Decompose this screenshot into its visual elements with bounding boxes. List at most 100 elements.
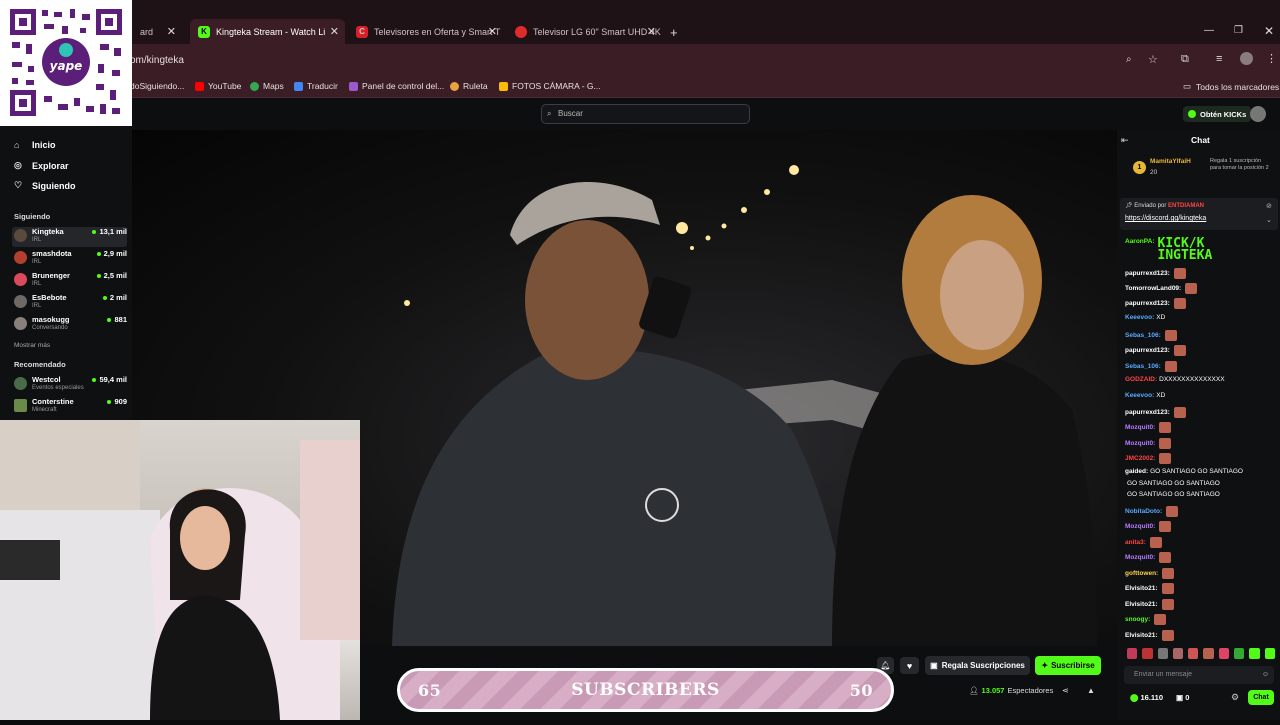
chat-username[interactable]: papurrexd123:	[1125, 300, 1170, 307]
user-avatar[interactable]	[1250, 106, 1266, 122]
chat-username[interactable]: Keeevoo:	[1125, 392, 1154, 399]
nav-inicio[interactable]: ⌂ Inicio	[14, 140, 56, 150]
chat-username[interactable]: Elvisito21:	[1125, 632, 1158, 639]
chat-username[interactable]: snoogy:	[1125, 616, 1150, 623]
close-icon[interactable]: ✕	[167, 25, 176, 38]
chat-username[interactable]: papurrexd123:	[1125, 347, 1170, 354]
bookmark-fotos[interactable]: FOTOS CÁMARA - G...	[499, 81, 601, 91]
chat-username[interactable]: Mozquit0:	[1125, 554, 1155, 561]
recommended-channel-conterstine[interactable]: Conterstine Minecraft 909	[12, 397, 127, 417]
gift-subs-button[interactable]: ▣ Regala Suscripciones	[925, 656, 1030, 675]
emote-icon[interactable]	[1157, 648, 1168, 659]
tab-televisores[interactable]: C Televisores en Oferta y Smart T ✕	[348, 19, 503, 44]
chat-username[interactable]: Mozquit0:	[1125, 440, 1155, 447]
all-bookmarks[interactable]: ▭ Todos los marcadores	[1183, 81, 1279, 92]
settings-gear-icon[interactable]: ⚙	[1231, 692, 1239, 703]
chat-username[interactable]: Keeevoo:	[1125, 314, 1154, 321]
unpin-icon[interactable]: ⊘	[1266, 202, 1272, 210]
chat-username[interactable]: Elvisito21:	[1125, 601, 1158, 608]
bookmark-traducir[interactable]: Traducir	[294, 81, 338, 91]
emote-icon[interactable]	[1142, 648, 1153, 659]
emote-icon[interactable]	[1249, 648, 1260, 659]
top-gifter-name: MamitaYIfaiH	[1150, 158, 1191, 165]
search-input[interactable]: ⌕ Buscar	[541, 104, 750, 124]
emote-icon[interactable]	[1264, 648, 1275, 659]
chat-username[interactable]: gofttowen:	[1125, 570, 1158, 577]
menu-icon[interactable]: ⋮	[1266, 52, 1277, 65]
following-channel-brunenger[interactable]: Brunenger IRL 2,5 mil	[12, 271, 127, 291]
chat-username[interactable]: Mozquit0:	[1125, 523, 1155, 530]
show-more-link[interactable]: Mostrar más	[14, 342, 50, 349]
recommended-channel-westcol[interactable]: Westcol Eventos especiales 59,4 mil	[12, 375, 127, 395]
close-icon[interactable]: ✕	[488, 25, 497, 38]
close-icon[interactable]: ✕	[647, 25, 656, 38]
tab-televisor-lg[interactable]: Televisor LG 60" Smart UHD 4K ✕	[507, 19, 662, 44]
emote-icon[interactable]	[1172, 648, 1184, 659]
chat-username[interactable]: anita3:	[1125, 539, 1146, 546]
tab-discord[interactable]: ard ✕	[132, 19, 182, 44]
media-icon[interactable]: ≡	[1216, 53, 1222, 65]
chat-username[interactable]: AaronPA:	[1125, 238, 1155, 245]
chat-message: GODZAID: DXXXXXXXXXXXXXX	[1125, 376, 1225, 383]
chat-username[interactable]: NobitaDoto:	[1125, 508, 1162, 515]
pinned-sent-by: 📌︎ Enviado por ENTDIAMAN	[1125, 203, 1204, 209]
bookmark-siguiendo[interactable]: doSiguiendo...	[130, 81, 184, 91]
send-chat-button[interactable]: Chat	[1248, 690, 1274, 705]
emote-icon[interactable]	[1127, 648, 1138, 659]
window-close-icon[interactable]: ✕	[1264, 24, 1274, 38]
url-field[interactable]: om/kingteka	[130, 55, 184, 66]
bookmark-youtube[interactable]: YouTube	[195, 81, 241, 91]
new-tab-button[interactable]: +	[670, 25, 678, 40]
follow-heart-icon[interactable]: ♥	[900, 657, 919, 674]
chat-message-text: GO SANTIAGO GO SANTIAGO	[1127, 491, 1220, 498]
profile-avatar[interactable]	[1240, 52, 1253, 65]
bookmark-star-icon[interactable]: ☆	[1148, 53, 1158, 66]
bookmark-ruleta[interactable]: Ruleta	[450, 81, 488, 91]
emote-icon[interactable]	[1203, 648, 1214, 659]
bookmark-maps[interactable]: Maps	[250, 81, 284, 91]
nav-explorar[interactable]: ◎ Explorar	[14, 160, 69, 171]
chat-username[interactable]: GODZAID:	[1125, 376, 1157, 383]
report-icon[interactable]: ▲	[1087, 686, 1095, 695]
chat-message-input[interactable]: Enviar un mensaje ☺	[1124, 666, 1274, 684]
get-kicks-button[interactable]: Obtén KICKs	[1183, 106, 1252, 122]
emote-icon[interactable]	[1188, 648, 1199, 659]
chat-username[interactable]: Sebas_106:	[1125, 332, 1161, 339]
collapse-chat-icon[interactable]: ⇤	[1121, 135, 1129, 146]
following-channel-smashdota[interactable]: smashdota IRL 2,9 mil	[12, 249, 127, 269]
chat-username[interactable]: Elvisito21:	[1125, 585, 1158, 592]
emote-icon[interactable]	[1234, 648, 1245, 659]
avatar	[14, 229, 27, 242]
extensions-icon[interactable]: ⧉	[1181, 53, 1189, 66]
subscribe-button[interactable]: ✦ Suscribirse	[1035, 656, 1101, 675]
following-channel-kingteka[interactable]: Kingteka IRL 13,1 mil	[12, 227, 127, 247]
chat-username[interactable]: JMC2002:	[1125, 455, 1155, 462]
bookmarks-bar	[0, 76, 1280, 98]
restore-icon[interactable]: ❐	[1234, 25, 1243, 36]
following-channel-masokugg[interactable]: masokugg Conversando 881	[12, 315, 127, 335]
close-icon[interactable]: ✕	[330, 25, 339, 38]
bookmark-panel[interactable]: Panel de control del...	[349, 81, 444, 91]
chat-username[interactable]: gaided:	[1125, 468, 1148, 475]
share-icon[interactable]: ⋖	[1062, 686, 1069, 695]
gift-counter[interactable]: ▣ 0	[1176, 693, 1189, 702]
emote-icon	[1154, 614, 1167, 625]
chevron-down-icon[interactable]: ⌄	[1266, 216, 1272, 224]
tab-kingteka[interactable]: K Kingteka Stream - Watch Li ✕	[190, 19, 345, 44]
chat-username[interactable]: papurrexd123:	[1125, 270, 1170, 277]
subs-goal: 50	[849, 680, 873, 700]
pinned-discord-link[interactable]: https://discord.gg/kingteka	[1125, 215, 1206, 222]
kick-points[interactable]: ⬤ 16.110	[1130, 693, 1163, 702]
following-channel-esbebote[interactable]: EsBebote IRL 2 mil	[12, 293, 127, 313]
maps-icon	[250, 81, 259, 91]
chat-message: Keeevoo: XD	[1125, 392, 1165, 399]
chat-username[interactable]: Mozquit0:	[1125, 424, 1155, 431]
chat-username[interactable]: Sebas_106:	[1125, 363, 1161, 370]
nav-siguiendo[interactable]: ♡ Siguiendo	[14, 180, 76, 191]
chat-username[interactable]: papurrexd123:	[1125, 409, 1170, 416]
chat-username[interactable]: TomorrowLand09:	[1125, 285, 1181, 292]
emoji-icon[interactable]: ☺	[1262, 666, 1269, 684]
minimize-icon[interactable]: —	[1204, 25, 1214, 36]
emote-icon[interactable]	[1218, 648, 1230, 659]
zoom-icon[interactable]: ⌕	[1126, 54, 1132, 65]
